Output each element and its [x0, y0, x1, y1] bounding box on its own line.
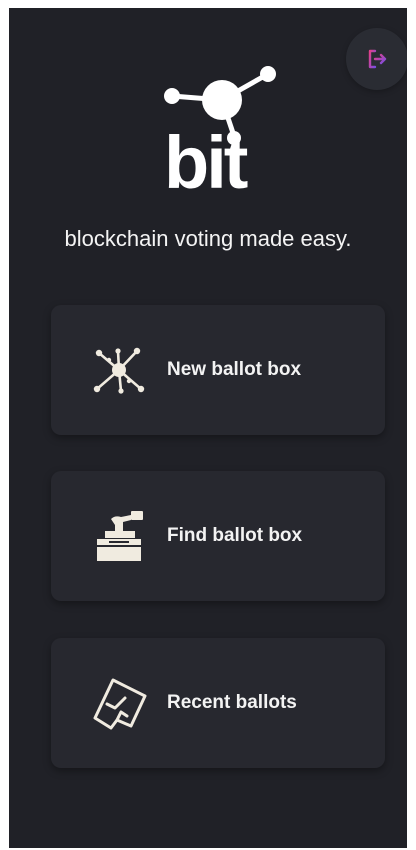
- new-ballot-box-label: New ballot box: [167, 359, 302, 380]
- app-logo: bit: [154, 66, 284, 206]
- find-ballot-box-button[interactable]: Find ballot box: [51, 471, 385, 601]
- ballot-paper-icon: [93, 678, 147, 730]
- logout-icon: [368, 49, 387, 69]
- find-ballot-box-label: Find ballot box: [167, 525, 303, 546]
- network-icon: [93, 347, 145, 394]
- tagline: blockchain voting made easy.: [64, 226, 352, 251]
- app-screen: bit blockchain voting made easy. New bal…: [9, 8, 407, 848]
- logo-wordmark: bit: [164, 121, 248, 204]
- recent-ballots-button[interactable]: Recent ballots: [51, 638, 385, 768]
- new-ballot-box-button[interactable]: New ballot box: [51, 305, 385, 435]
- logout-button[interactable]: [346, 28, 407, 90]
- ballot-box-icon: [97, 511, 143, 561]
- recent-ballots-label: Recent ballots: [167, 692, 297, 713]
